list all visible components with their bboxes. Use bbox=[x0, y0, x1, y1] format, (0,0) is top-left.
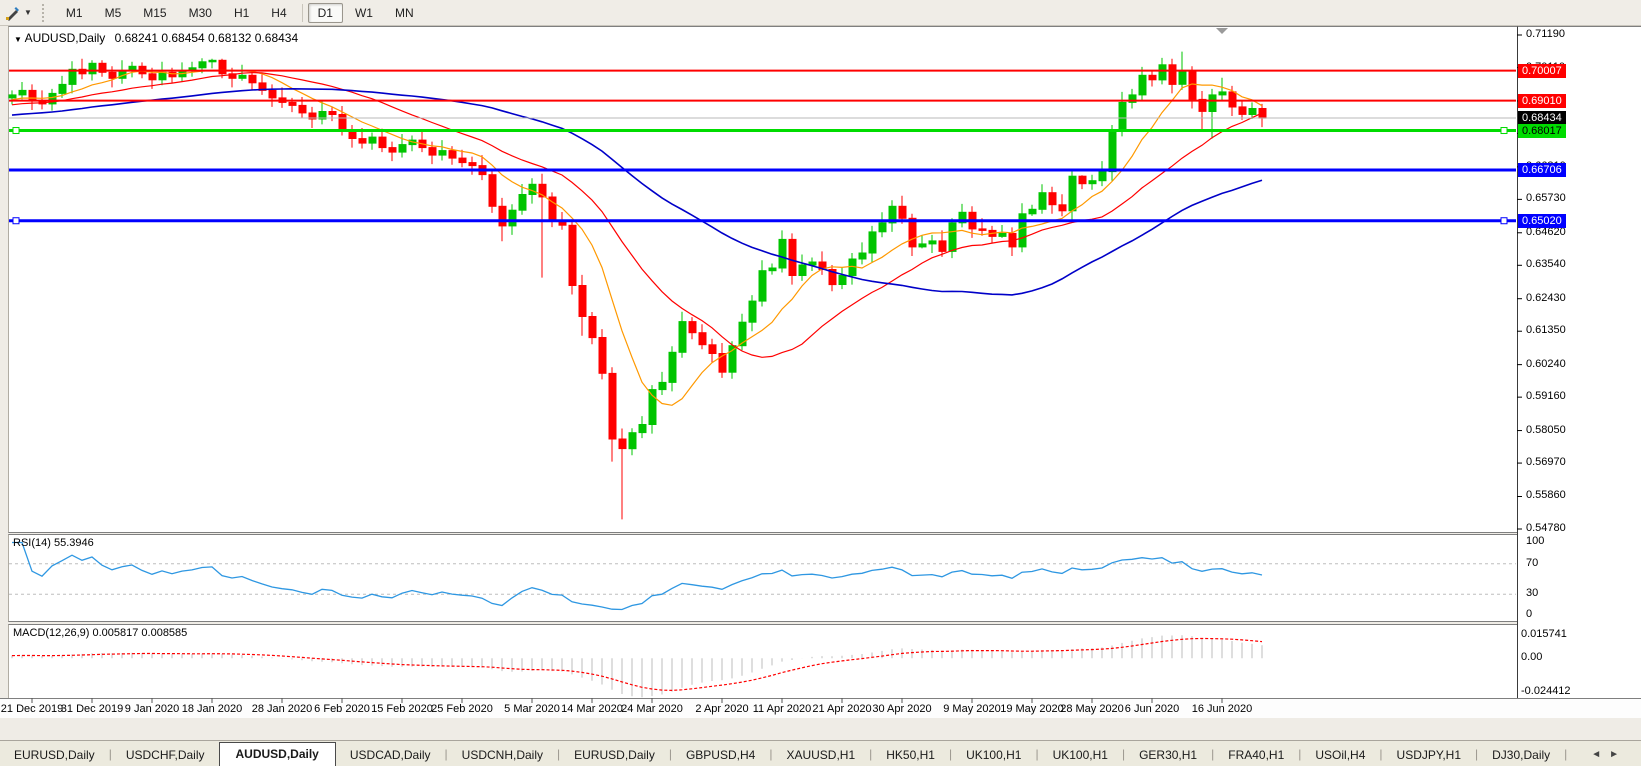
date-label: 2 Apr 2020 bbox=[695, 703, 749, 715]
date-label: 14 Mar 2020 bbox=[561, 703, 623, 715]
price-tick-label: 0.60240 bbox=[1526, 358, 1566, 370]
mt4-window: ▼ M1 M5 M15 M30 H1 H4 D1 W1 MN 21 Dec 2019 31 Dec… bbox=[0, 0, 1641, 766]
rsi-axis-label: 70 bbox=[1526, 557, 1539, 569]
price-level-badge: 0.66706 bbox=[1518, 163, 1566, 177]
tab-nav: ◄► bbox=[1591, 749, 1627, 760]
timeframe-buttons: M1 M5 M15 M30 H1 H4 D1 W1 MN bbox=[55, 2, 425, 23]
date-label: 28 Jan 2020 bbox=[251, 703, 313, 715]
price-tick-label: 0.56970 bbox=[1526, 456, 1566, 468]
tab-eurusd-daily[interactable]: EURUSD,Daily bbox=[0, 744, 109, 766]
price-level-badge: 0.69010 bbox=[1518, 94, 1566, 108]
tab-gbpusd-h4[interactable]: GBPUSD,H4 bbox=[672, 744, 769, 766]
timeframe-button-m15[interactable]: M15 bbox=[133, 3, 176, 23]
tab-divider: | bbox=[1564, 746, 1568, 761]
date-label: 6 Feb 2020 bbox=[314, 703, 370, 715]
tab-xauusd-h1[interactable]: XAUUSD,H1 bbox=[772, 744, 869, 766]
symbol-tab-bar: EURUSD,Daily | USDCHF,Daily AUDUSD,Daily USD… bbox=[0, 740, 1641, 766]
timeframe-button-h4[interactable]: H4 bbox=[261, 3, 296, 23]
date-label: 15 Feb 2020 bbox=[371, 703, 433, 715]
price-level-badge: 0.68434 bbox=[1518, 111, 1566, 125]
tabs-holder: EURUSD,Daily | USDCHF,Daily AUDUSD,Daily USD… bbox=[0, 742, 1567, 766]
main-chart-pane[interactable] bbox=[8, 26, 1518, 533]
date-label: 6 Jun 2020 bbox=[1124, 703, 1180, 715]
date-axis[interactable]: 21 Dec 2019 31 Dec 2019 9 Jan 2020 18 Jan 2… bbox=[0, 698, 1641, 719]
price-tick-label: 0.61350 bbox=[1526, 324, 1566, 336]
date-label: 9 Jan 2020 bbox=[124, 703, 180, 715]
rsi-axis-label: 30 bbox=[1526, 587, 1539, 599]
macd-label: MACD(12,26,9) 0.005817 0.008585 bbox=[13, 627, 188, 639]
collapse-icon[interactable]: ▼ bbox=[14, 35, 22, 44]
date-label: 5 Mar 2020 bbox=[504, 703, 560, 715]
toolbar-grip bbox=[41, 3, 49, 22]
tool-dropdown-icon[interactable]: ▼ bbox=[24, 8, 32, 17]
tab-usdchf-daily[interactable]: USDCHF,Daily bbox=[112, 744, 219, 766]
price-tick-label: 0.62430 bbox=[1526, 292, 1566, 304]
tab-ger30-h1[interactable]: GER30,H1 bbox=[1125, 744, 1211, 766]
date-label: 9 May 2020 bbox=[943, 703, 1001, 715]
date-label: 19 May 2020 bbox=[1000, 703, 1064, 715]
price-level-badge: 0.65020 bbox=[1518, 214, 1566, 228]
tab-hk50-h1[interactable]: HK50,H1 bbox=[872, 744, 949, 766]
chart-ohlc-label: 0.68241 0.68454 0.68132 0.68434 bbox=[114, 31, 299, 45]
timeframe-button-w1[interactable]: W1 bbox=[345, 3, 383, 23]
price-tick-label: 0.65730 bbox=[1526, 192, 1566, 204]
rsi-axis-label: 0 bbox=[1526, 608, 1533, 620]
date-label: 21 Dec 2019 bbox=[0, 703, 64, 715]
toolbar-separator bbox=[301, 3, 303, 22]
date-label: 21 Apr 2020 bbox=[812, 703, 872, 715]
tab-audusd-daily[interactable]: AUDUSD,Daily bbox=[218, 742, 336, 766]
rsi-axis-label: 100 bbox=[1526, 535, 1545, 547]
tab-usdcnh-daily[interactable]: USDCNH,Daily bbox=[448, 744, 557, 766]
date-label: 11 Apr 2020 bbox=[752, 703, 812, 715]
tab-uk100-h1[interactable]: UK100,H1 bbox=[952, 744, 1035, 766]
price-tick-label: 0.55860 bbox=[1526, 489, 1566, 501]
timeframe-toolbar: ▼ M1 M5 M15 M30 H1 H4 D1 W1 MN bbox=[0, 0, 1641, 26]
chart-title: ▼ AUDUSD,Daily 0.68241 0.68454 0.68132 0… bbox=[14, 31, 298, 45]
tab-usdjpy-h1[interactable]: USDJPY,H1 bbox=[1383, 744, 1475, 766]
price-tick-label: 0.58050 bbox=[1526, 424, 1566, 436]
tab-scroll-right-icon[interactable]: ► bbox=[1609, 749, 1627, 760]
price-tick-label: 0.54780 bbox=[1526, 522, 1566, 534]
price-tick-label: 0.59160 bbox=[1526, 390, 1566, 402]
date-label: 25 Feb 2020 bbox=[431, 703, 493, 715]
macd-axis-label: 0.015741 bbox=[1521, 628, 1567, 640]
macd-axis-label: 0.00 bbox=[1521, 651, 1543, 663]
tab-dj30-daily[interactable]: DJ30,Daily bbox=[1478, 744, 1564, 766]
date-label: 30 Apr 2020 bbox=[872, 703, 932, 715]
tab-uk100-h1[interactable]: UK100,H1 bbox=[1039, 744, 1122, 766]
rsi-pane[interactable] bbox=[8, 534, 1518, 622]
tab-eurusd-daily[interactable]: EURUSD,Daily bbox=[560, 744, 669, 766]
macd-axis-label: -0.024412 bbox=[1521, 685, 1571, 697]
date-label: 24 Mar 2020 bbox=[621, 703, 683, 715]
chart-symbol-label: AUDUSD,Daily bbox=[24, 31, 106, 45]
macd-pane[interactable] bbox=[8, 624, 1518, 700]
date-label: 31 Dec 2019 bbox=[60, 703, 124, 715]
price-level-badge: 0.68017 bbox=[1518, 124, 1566, 138]
tab-usoil-h4[interactable]: USOil,H4 bbox=[1301, 744, 1379, 766]
timeframe-button-m1[interactable]: M1 bbox=[56, 3, 93, 23]
date-label: 16 Jun 2020 bbox=[1191, 703, 1253, 715]
crosshair-tool-icon[interactable] bbox=[2, 4, 24, 22]
timeframe-button-d1[interactable]: D1 bbox=[307, 2, 343, 23]
date-label: 28 May 2020 bbox=[1060, 703, 1124, 715]
price-level-badge: 0.70007 bbox=[1518, 64, 1566, 78]
rsi-label: RSI(14) 55.3946 bbox=[13, 537, 94, 549]
price-tick-label: 0.71190 bbox=[1526, 28, 1565, 40]
tab-usdcad-daily[interactable]: USDCAD,Daily bbox=[336, 744, 445, 766]
tab-fra40-h1[interactable]: FRA40,H1 bbox=[1214, 744, 1298, 766]
timeframe-button-m30[interactable]: M30 bbox=[179, 3, 222, 23]
timeframe-button-m5[interactable]: M5 bbox=[95, 3, 132, 23]
tab-scroll-left-icon[interactable]: ◄ bbox=[1591, 749, 1609, 760]
price-tick-label: 0.63540 bbox=[1526, 258, 1566, 270]
status-strip bbox=[0, 718, 1641, 740]
timeframe-button-mn[interactable]: MN bbox=[385, 3, 424, 23]
date-label: 18 Jan 2020 bbox=[181, 703, 243, 715]
timeframe-button-h1[interactable]: H1 bbox=[224, 3, 259, 23]
